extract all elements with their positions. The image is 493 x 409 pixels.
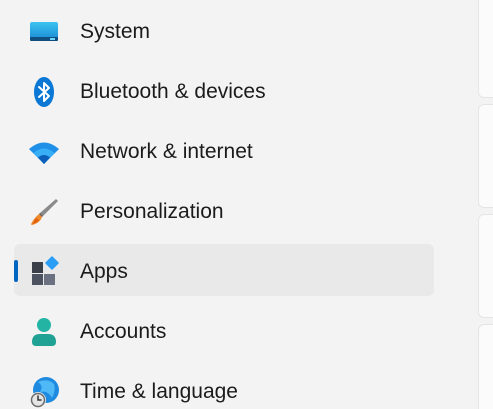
sidebar-item-network-internet[interactable]: Network & internet — [14, 124, 434, 176]
sidebar-item-label: Accounts — [80, 320, 167, 343]
sidebar-item-accounts[interactable]: Accounts — [14, 304, 434, 356]
sidebar-item-label: System — [80, 20, 151, 43]
sidebar-item-personalization[interactable]: Personalization — [14, 184, 434, 236]
sidebar-item-bluetooth-devices[interactable]: Bluetooth & devices — [14, 64, 434, 116]
apps-icon — [28, 256, 60, 288]
sidebar-item-label: Bluetooth & devices — [80, 80, 266, 103]
sidebar-item-label: Apps — [80, 260, 128, 283]
sidebar-nav: System Bluetooth & devices Network & int… — [14, 4, 434, 409]
selection-indicator — [14, 260, 18, 282]
sidebar-item-time-language[interactable]: Time & language — [14, 364, 434, 409]
paintbrush-icon — [28, 196, 60, 228]
settings-window: System Bluetooth & devices Network & int… — [0, 0, 493, 409]
content-card — [478, 0, 493, 98]
globe-clock-icon — [28, 376, 60, 408]
sidebar-item-system[interactable]: System — [14, 4, 434, 56]
bluetooth-icon — [28, 76, 60, 108]
sidebar-item-label: Network & internet — [80, 140, 253, 163]
content-card — [478, 214, 493, 318]
monitor-icon — [28, 16, 60, 48]
content-card — [478, 104, 493, 208]
sidebar-item-label: Time & language — [80, 380, 238, 403]
content-card — [478, 324, 493, 409]
wifi-icon — [28, 136, 60, 168]
sidebar-item-apps[interactable]: Apps — [14, 244, 434, 296]
person-icon — [28, 316, 60, 348]
sidebar-item-label: Personalization — [80, 200, 224, 223]
